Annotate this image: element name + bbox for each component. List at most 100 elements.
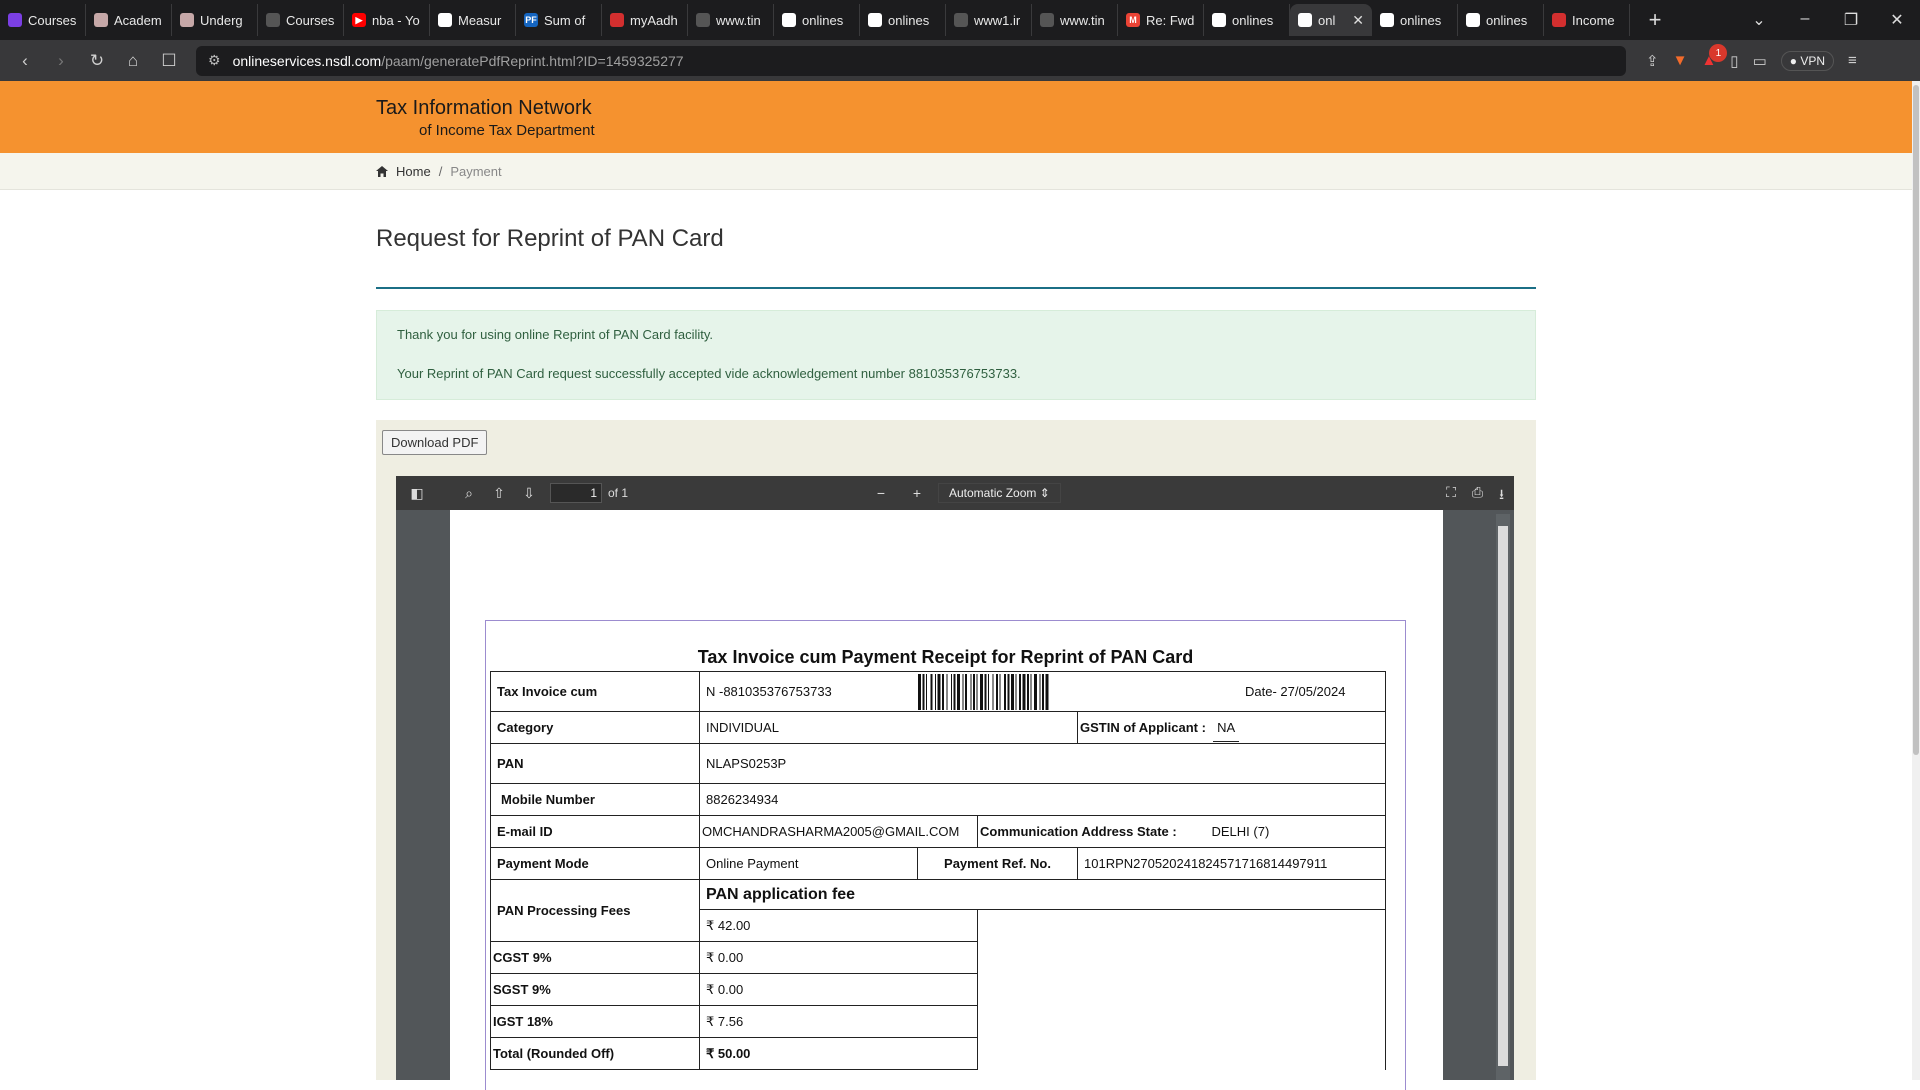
gstin-label: GSTIN of Applicant : (1080, 720, 1206, 735)
site-info-icon[interactable]: ⚙ (208, 52, 221, 69)
tab-label: Courses (28, 12, 77, 28)
browser-tab[interactable]: onlines (860, 4, 946, 36)
viewer-scrollbar[interactable] (1496, 514, 1510, 1080)
previous-page-icon[interactable]: ⇧ (484, 485, 514, 502)
close-tab-icon[interactable]: ✕ (1352, 12, 1364, 29)
site-brand[interactable]: Tax Information Network of Income Tax De… (376, 97, 595, 139)
pdf-page: Tax Invoice cum Payment Receipt for Repr… (450, 510, 1443, 1090)
menu-icon[interactable]: ≡ (1848, 52, 1857, 69)
pan-label: PAN (490, 743, 700, 784)
table-row: E-mail ID OMCHANDRASHARMA2005@GMAIL.COM … (490, 815, 1386, 848)
home-icon[interactable]: ⌂ (118, 51, 148, 71)
save-icon[interactable]: ⭳ (1499, 484, 1504, 508)
share-icon[interactable]: ⇪ (1646, 52, 1659, 70)
tab-label: www1.ir (974, 12, 1021, 28)
fees-label: PAN Processing Fees (490, 879, 700, 942)
sidebar-toggle-icon[interactable]: ◧ (402, 485, 432, 502)
success-alert: Thank you for using online Reprint of PA… (376, 310, 1536, 400)
barcode-bar (1030, 673, 1031, 710)
barcode-bar (1039, 673, 1040, 710)
browser-tab[interactable]: onlines (1458, 4, 1544, 36)
browser-tab[interactable]: Academ (86, 4, 172, 36)
page-scroll-thumb[interactable] (1913, 85, 1919, 755)
browser-tab[interactable]: myAadh (602, 4, 688, 36)
browser-tab[interactable]: Income (1544, 4, 1630, 36)
barcode-bar (930, 673, 932, 710)
email-label: E-mail ID (490, 815, 700, 848)
download-pdf-button[interactable]: Download PDF (382, 430, 488, 455)
browser-tab[interactable]: www.tin (688, 4, 774, 36)
restore-button[interactable]: ❐ (1828, 10, 1874, 30)
brand-line1: Tax Information Network (376, 97, 592, 119)
rewards-icon[interactable]: ▲ 1 (1701, 44, 1728, 69)
gstin-cell: GSTIN of Applicant : NA (1077, 711, 1386, 744)
viewer-scroll-thumb[interactable] (1498, 526, 1508, 1066)
browser-tab[interactable]: onlines (1372, 4, 1458, 36)
forward-icon[interactable]: › (46, 51, 76, 71)
barcode-image (917, 673, 1048, 710)
tab-label: onlines (1400, 12, 1442, 28)
bookmark-icon[interactable]: ☐ (154, 51, 184, 71)
tab-label: onlines (1232, 12, 1274, 28)
address-bar: ‹ › ↻ ⌂ ☐ ⚙ onlineservices.nsdl.com/paam… (0, 40, 1920, 81)
comm-state-value: DELHI (7) (1205, 815, 1386, 848)
zoom-out-icon[interactable]: − (866, 485, 896, 501)
minimize-button[interactable]: – (1782, 10, 1828, 30)
zoom-in-icon[interactable]: + (902, 485, 932, 501)
presentation-mode-icon[interactable]: ⛶ (1446, 484, 1456, 508)
table-row: Payment Mode Online Payment Payment Ref.… (490, 847, 1386, 880)
barcode-bar (1018, 673, 1021, 710)
tab-favicon-icon (954, 13, 968, 27)
breadcrumb-home-link[interactable]: Home (396, 164, 431, 179)
table-row: Category INDIVIDUAL GSTIN of Applicant :… (490, 711, 1386, 744)
barcode-bar (934, 673, 936, 710)
search-icon[interactable]: ⌕ (454, 485, 484, 502)
browser-tab[interactable]: onl ✕ (1290, 4, 1372, 36)
print-icon[interactable]: ⎙ (1472, 484, 1483, 508)
new-tab-button[interactable]: + (1640, 7, 1670, 33)
browser-tab[interactable]: Underg (172, 4, 258, 36)
total-label: Total (Rounded Off) (490, 1037, 700, 1070)
barcode-bar (950, 673, 952, 710)
vpn-button[interactable]: ● VPN (1780, 50, 1835, 71)
zoom-select[interactable]: Automatic Zoom ⇕ (938, 483, 1061, 503)
email-value: OMCHANDRASHARMA2005@GMAIL.COM (699, 815, 978, 848)
brave-shield-icon[interactable]: ▼ (1673, 52, 1688, 69)
next-page-icon[interactable]: ⇩ (514, 485, 544, 502)
sidebar-toggle-icon[interactable]: ▯ (1730, 52, 1738, 70)
window-controls: ⌄ – ❐ ✕ (1736, 10, 1920, 30)
tab-label: Sum of (544, 12, 586, 28)
success-line-thanks: Thank you for using online Reprint of PA… (397, 327, 713, 342)
tab-favicon-icon (782, 13, 796, 27)
tab-label: Courses (286, 12, 335, 28)
browser-tab[interactable]: www1.ir (946, 4, 1032, 36)
barcode-cell (917, 671, 1206, 712)
tab-favicon-icon (610, 13, 624, 27)
browser-tab[interactable]: ▶ nba - Yo (344, 4, 430, 36)
browser-tab[interactable]: Courses (0, 4, 86, 36)
browser-tab[interactable]: onlines (1204, 4, 1290, 36)
cgst-label: CGST 9% (490, 941, 700, 974)
browser-tab[interactable]: Measur (430, 4, 516, 36)
browser-tab[interactable]: M Re: Fwd (1118, 4, 1204, 36)
page-number-input[interactable]: 1 (550, 483, 602, 503)
browser-tab[interactable]: Courses (258, 4, 344, 36)
tab-search-icon[interactable]: ⌄ (1736, 10, 1782, 30)
wallet-icon[interactable]: ▭ (1753, 52, 1767, 70)
vpn-label: VPN (1800, 53, 1826, 68)
barcode-bar (1026, 673, 1029, 710)
close-window-button[interactable]: ✕ (1874, 10, 1920, 30)
back-icon[interactable]: ‹ (10, 51, 40, 71)
page-scrollbar[interactable] (1912, 81, 1920, 1080)
reload-icon[interactable]: ↻ (82, 51, 112, 71)
browser-tab[interactable]: onlines (774, 4, 860, 36)
payment-mode-label: Payment Mode (490, 847, 700, 880)
browser-tab[interactable]: PF Sum of (516, 4, 602, 36)
barcode-bar (937, 673, 940, 710)
tab-label: nba - Yo (372, 12, 420, 28)
receipt-table: Tax Invoice cum N -881035376753733 Date-… (490, 671, 1386, 1070)
barcode-bar (1022, 673, 1025, 710)
browser-tab[interactable]: www.tin (1032, 4, 1118, 36)
barcode-bar (1010, 673, 1014, 710)
url-field[interactable]: ⚙ onlineservices.nsdl.com/paam/generateP… (196, 45, 1626, 76)
